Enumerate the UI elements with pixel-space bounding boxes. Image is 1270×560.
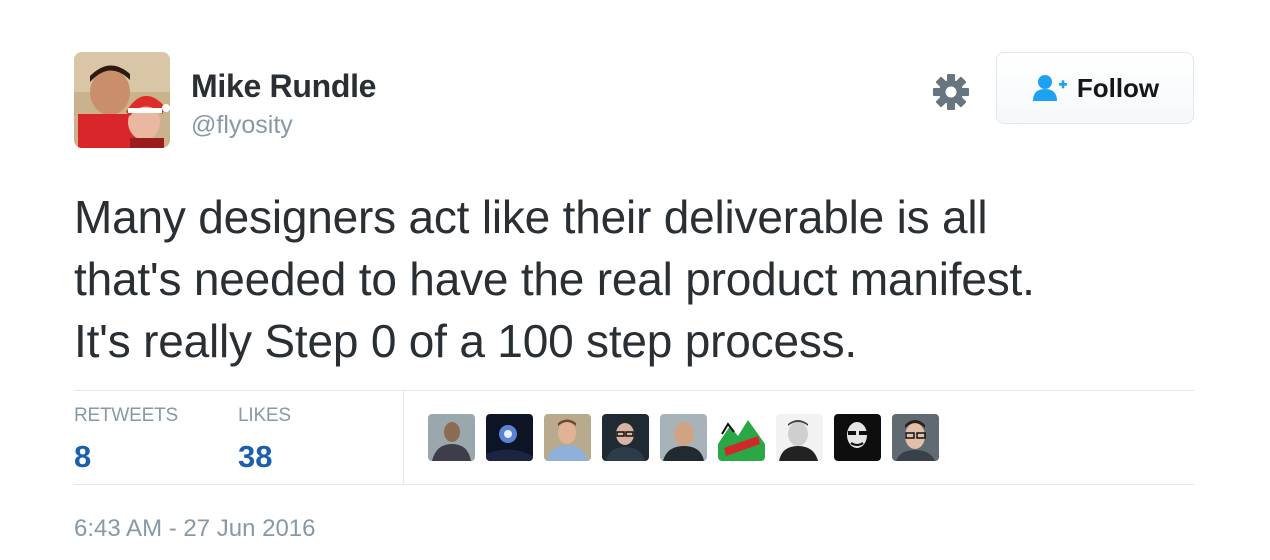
author-handle[interactable]: @flyosity <box>191 111 293 140</box>
profile-photo-icon <box>74 52 170 148</box>
tweet-text: Many designers act like their deliverabl… <box>74 191 1035 367</box>
liker-avatar[interactable] <box>776 414 823 461</box>
liker-avatar[interactable] <box>486 414 533 461</box>
space-avatar-icon <box>486 414 533 461</box>
retweets-stat[interactable]: RETWEETS 8 <box>74 405 178 475</box>
person-avatar-icon <box>776 414 823 461</box>
liker-avatar[interactable] <box>602 414 649 461</box>
liker-avatar[interactable] <box>660 414 707 461</box>
person-avatar-icon <box>660 414 707 461</box>
liker-avatar[interactable] <box>834 414 881 461</box>
likes-count: 38 <box>238 439 273 474</box>
likes-stat[interactable]: LIKES 38 <box>238 405 291 475</box>
person-avatar-icon <box>602 414 649 461</box>
add-user-icon <box>1032 75 1067 101</box>
divider <box>74 484 1194 485</box>
tweet-card: Mike Rundle @flyosity Follow Many design… <box>0 0 1270 560</box>
follow-button-label: Follow <box>1076 72 1160 103</box>
liker-avatar[interactable] <box>718 414 765 461</box>
divider <box>74 390 1194 391</box>
likes-label: LIKES <box>238 405 291 426</box>
person-avatar-icon <box>428 414 475 461</box>
stats-divider <box>403 391 404 484</box>
mountain-dew-logo-icon <box>718 414 765 461</box>
retweets-count: 8 <box>74 439 92 474</box>
person-avatar-icon <box>892 414 939 461</box>
person-avatar-icon <box>544 414 591 461</box>
person-avatar-icon <box>834 414 881 461</box>
liker-avatar[interactable] <box>544 414 591 461</box>
liker-avatars <box>428 414 939 461</box>
gear-icon[interactable] <box>932 73 970 111</box>
follow-button[interactable]: Follow <box>996 52 1194 124</box>
liker-avatar[interactable] <box>428 414 475 461</box>
author-name[interactable]: Mike Rundle <box>191 68 376 105</box>
tweet-timestamp[interactable]: 6:43 AM - 27 Jun 2016 <box>74 515 316 543</box>
retweets-label: RETWEETS <box>74 405 178 426</box>
author-avatar[interactable] <box>74 52 170 148</box>
liker-avatar[interactable] <box>892 414 939 461</box>
